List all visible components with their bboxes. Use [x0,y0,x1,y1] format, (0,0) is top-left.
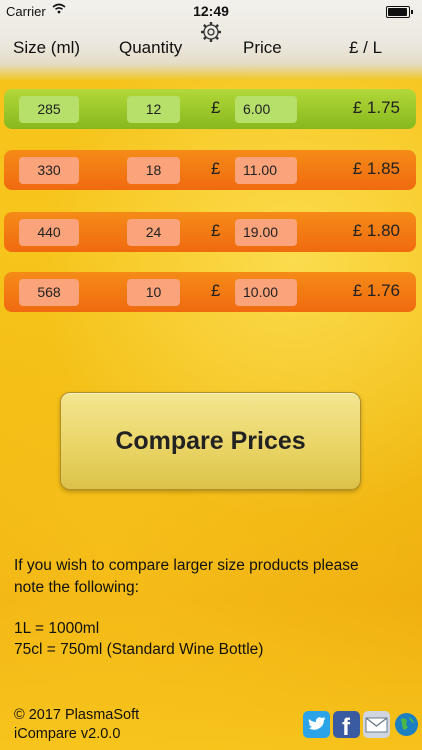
battery-icon [386,6,413,18]
info-text-line: 1L = 1000ml [14,620,100,637]
header-quantity: Quantity [119,38,183,57]
quantity-input[interactable]: 10 [127,279,180,306]
price-input[interactable]: 6.00 [235,96,297,123]
header-price: Price [243,38,282,57]
status-bar: Carrier 12:49 [0,0,422,22]
size-input[interactable]: 568 [19,279,79,306]
price-per-litre: £ 1.80 [352,221,400,240]
size-input[interactable]: 440 [19,219,79,246]
clock: 12:49 [193,3,229,19]
twitter-icon[interactable] [303,711,330,738]
info-text-line: If you wish to compare larger size produ… [14,557,359,574]
mail-icon[interactable] [363,711,390,738]
gear-icon[interactable] [199,20,223,44]
currency-symbol: £ [211,221,221,240]
quantity-input[interactable]: 18 [127,157,180,184]
size-input[interactable]: 285 [19,96,79,123]
svg-text:f: f [342,714,351,738]
info-text-line: 75cl = 750ml (Standard Wine Bottle) [14,641,264,658]
price-per-litre: £ 1.75 [352,98,400,117]
currency-symbol: £ [211,281,221,300]
quantity-input[interactable]: 12 [127,96,180,123]
size-input[interactable]: 330 [19,157,79,184]
compare-prices-button[interactable]: Compare Prices [60,392,361,490]
price-per-litre: £ 1.76 [352,281,400,300]
price-input[interactable]: 19.00 [235,219,297,246]
product-row: 568 10 £ 10.00 £ 1.76 [4,272,416,312]
product-row: 285 12 £ 6.00 £ 1.75 [4,89,416,129]
currency-symbol: £ [211,98,221,117]
header-per-litre: £ / L [349,38,383,57]
web-icon[interactable] [393,711,420,738]
price-input[interactable]: 11.00 [235,157,297,184]
info-text-line: note the following: [14,579,139,596]
currency-symbol: £ [211,159,221,178]
header-size: Size (ml) [13,38,81,57]
price-per-litre: £ 1.85 [352,159,400,178]
price-input[interactable]: 10.00 [235,279,297,306]
version: iCompare v2.0.0 [14,726,121,742]
facebook-icon[interactable]: f [333,711,360,741]
product-row: 330 18 £ 11.00 £ 1.85 [4,150,416,190]
product-row: 440 24 £ 19.00 £ 1.80 [4,212,416,252]
copyright: © 2017 PlasmaSoft [14,707,140,723]
quantity-input[interactable]: 24 [127,219,180,246]
